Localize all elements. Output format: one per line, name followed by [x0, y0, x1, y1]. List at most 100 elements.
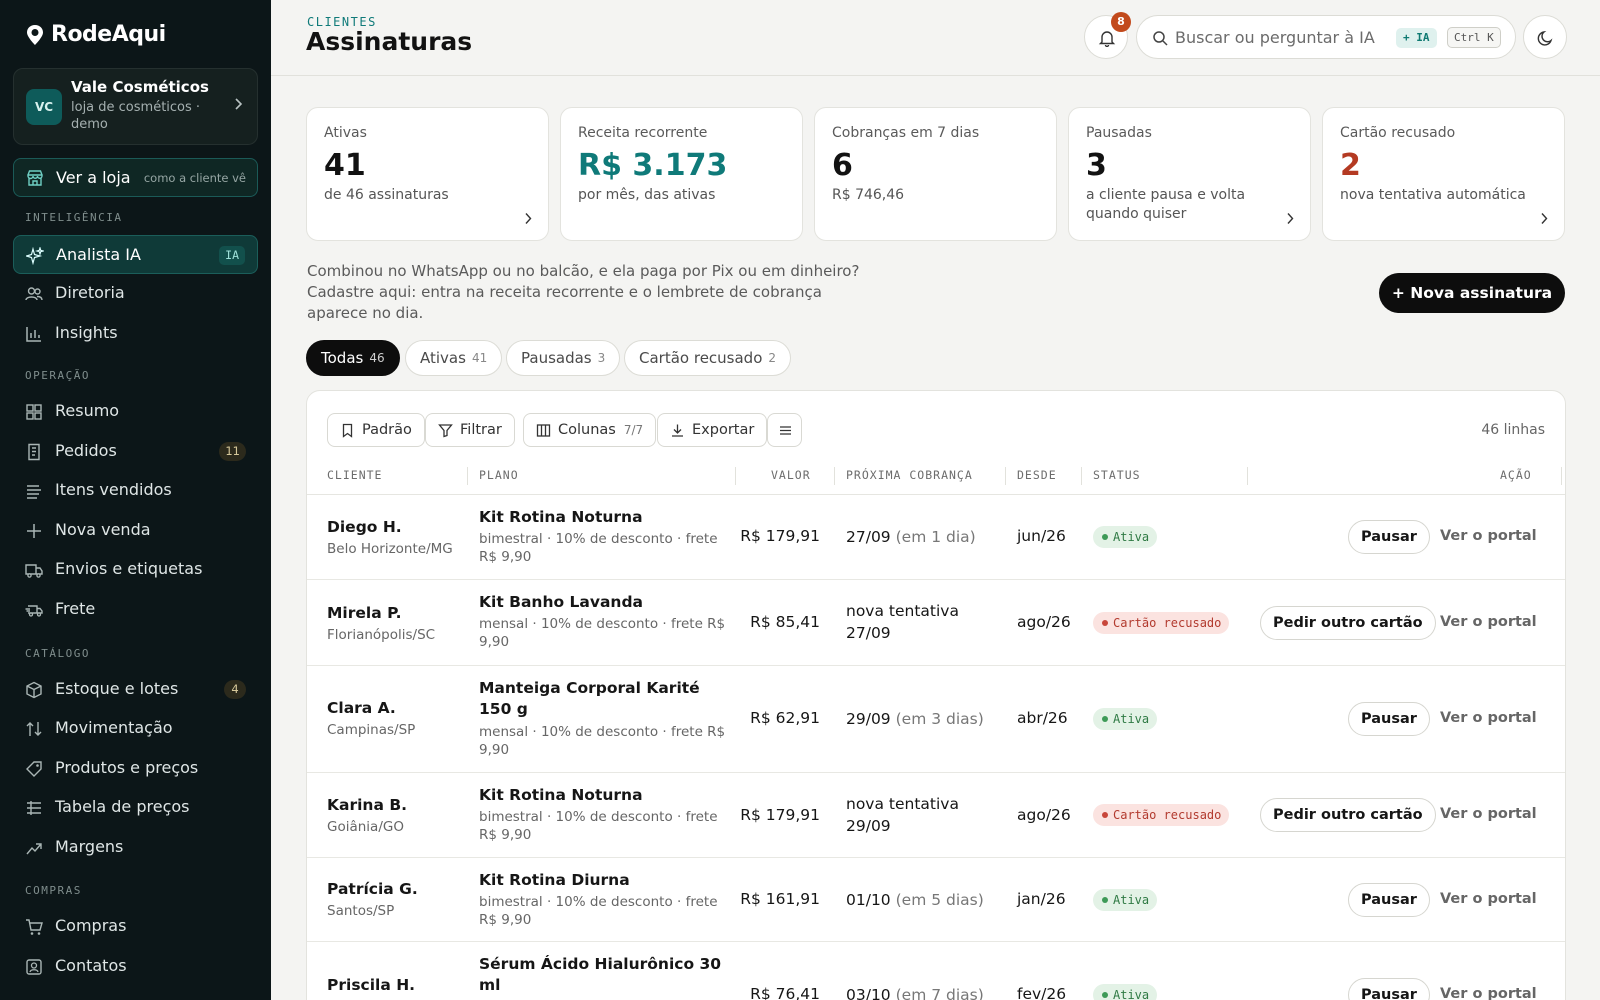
subscription-value: R$ 76,41 — [750, 985, 820, 1000]
pause-button[interactable]: Pausar — [1348, 978, 1430, 1000]
tab-count: 46 — [369, 351, 385, 365]
search-input[interactable] — [1175, 26, 1395, 48]
sidebar-item-movimentacao[interactable]: Movimentação — [13, 709, 258, 748]
view-portal-link[interactable]: Ver o portal — [1440, 710, 1537, 726]
sidebar-item-label: Envios e etiquetas — [55, 559, 203, 578]
stat-card-cartao-recusado[interactable]: Cartão recusado 2 nova tentativa automát… — [1322, 107, 1565, 241]
stat-card-pausadas[interactable]: Pausadas 3 a cliente pausa e volta quand… — [1068, 107, 1311, 241]
status-badge: Ativa — [1093, 889, 1158, 911]
column-header-proxima-cobranca[interactable]: PRÓXIMA COBRANÇA — [846, 468, 973, 482]
search-bar[interactable]: + IA Ctrl K — [1136, 15, 1516, 59]
view-portal-link[interactable]: Ver o portal — [1440, 891, 1537, 907]
chevron-right-icon — [525, 213, 532, 224]
see-store-button[interactable]: Ver a loja como a cliente vê — [13, 158, 258, 197]
pause-button[interactable]: Pausar — [1348, 702, 1430, 736]
sidebar-item-margens[interactable]: Margens — [13, 828, 258, 867]
tab-todas[interactable]: Todas 46 — [306, 340, 400, 376]
trend-up-icon — [26, 843, 42, 855]
pause-button[interactable]: Pausar — [1348, 520, 1430, 554]
columns-button[interactable]: Colunas 7/7 — [523, 413, 657, 447]
filter-button[interactable]: Filtrar — [425, 413, 515, 447]
sidebar-item-produtos[interactable]: Produtos e preços — [13, 749, 258, 788]
view-portal-link[interactable]: Ver o portal — [1440, 614, 1537, 630]
column-divider[interactable] — [1005, 467, 1006, 485]
sidebar-item-label: Insights — [55, 323, 118, 342]
request-new-card-button[interactable]: Pedir outro cartão — [1260, 798, 1436, 832]
column-divider[interactable] — [1081, 467, 1082, 485]
theme-toggle-button[interactable] — [1523, 15, 1567, 59]
sidebar-item-contatos[interactable]: Contatos — [13, 947, 258, 986]
column-divider[interactable] — [834, 467, 835, 485]
customer-name: Patrícia G. — [327, 880, 418, 898]
sidebar-item-nova-venda[interactable]: Nova venda — [13, 511, 258, 550]
view-portal-link[interactable]: Ver o portal — [1440, 986, 1537, 1000]
section-label-operacao: OPERAÇÃO — [25, 369, 90, 382]
sidebar-item-estoque[interactable]: Estoque e lotes 4 — [13, 670, 258, 709]
density-button[interactable] — [767, 413, 802, 447]
sidebar: RodeAqui VC Vale Cosméticos loja de cosm… — [0, 0, 271, 1000]
preset-button[interactable]: Padrão — [327, 413, 425, 447]
status-badge: Ativa — [1093, 708, 1158, 730]
view-portal-link[interactable]: Ver o portal — [1440, 806, 1537, 822]
column-divider[interactable] — [735, 467, 736, 485]
table-row[interactable]: Clara A. Campinas/SP Manteiga Corporal K… — [307, 666, 1565, 773]
customer-city: Florianópolis/SC — [327, 627, 436, 643]
sidebar-item-analista-ia[interactable]: Analista IA IA — [13, 235, 258, 274]
sidebar-item-pedidos[interactable]: Pedidos 11 — [13, 432, 258, 471]
tab-ativas[interactable]: Ativas 41 — [405, 340, 503, 376]
sidebar-item-compras[interactable]: Compras — [13, 907, 258, 946]
column-divider[interactable] — [1247, 467, 1248, 485]
next-charge: nova tentativa 27/09 — [846, 600, 976, 644]
sidebar-item-envios[interactable]: Envios e etiquetas — [13, 550, 258, 589]
column-header-cliente[interactable]: CLIENTE — [327, 468, 382, 482]
plan-name: Kit Rotina Noturna — [479, 786, 643, 804]
customer-name: Priscila H. — [327, 976, 416, 994]
stat-card-receita: Receita recorrente R$ 3.173 por mês, das… — [560, 107, 803, 241]
search-icon — [1153, 31, 1168, 46]
sidebar-item-label: Estoque e lotes — [55, 679, 179, 698]
tab-cartao-recusado[interactable]: Cartão recusado 2 — [624, 340, 792, 376]
sidebar-item-tabela-precos[interactable]: Tabela de preços — [13, 788, 258, 827]
stat-label: Ativas — [324, 125, 367, 141]
sidebar-item-insights[interactable]: Insights — [13, 314, 258, 353]
table-row[interactable]: Patrícia G. Santos/SP Kit Rotina Diurna … — [307, 858, 1565, 942]
table-row[interactable]: Mirela P. Florianópolis/SC Kit Banho Lav… — [307, 580, 1565, 666]
arrows-updown-icon — [26, 722, 42, 736]
sidebar-item-diretoria[interactable]: Diretoria — [13, 274, 258, 313]
next-charge-relative: (em 7 dias) — [895, 986, 984, 1000]
tab-pausadas[interactable]: Pausadas 3 — [506, 340, 621, 376]
sidebar-item-frete[interactable]: Frete — [13, 590, 258, 629]
stat-subtitle: R$ 746,46 — [832, 187, 905, 203]
stat-card-ativas[interactable]: Ativas 41 de 46 assinaturas — [306, 107, 549, 241]
column-divider[interactable] — [1561, 467, 1562, 485]
since-date: jan/26 — [1017, 890, 1066, 908]
column-header-plano[interactable]: PLANO — [479, 468, 519, 482]
customer-city: Campinas/SP — [327, 722, 416, 738]
plan-name: Kit Rotina Diurna — [479, 871, 630, 889]
customer-city: Santos/SP — [327, 903, 395, 919]
next-charge-date: 27/09 — [846, 528, 891, 546]
sidebar-item-label: Analista IA — [56, 245, 141, 264]
column-header-acao[interactable]: AÇÃO — [1500, 468, 1532, 482]
sidebar-item-itens-vendidos[interactable]: Itens vendidos — [13, 471, 258, 510]
tab-label: Ativas — [420, 349, 466, 367]
sidebar-item-label: Compras — [55, 916, 127, 935]
customer-name: Diego H. — [327, 518, 402, 536]
app-logo[interactable]: RodeAqui — [25, 22, 166, 47]
column-header-desde[interactable]: DESDE — [1017, 468, 1057, 482]
next-charge-date: 03/10 — [846, 986, 891, 1000]
column-header-valor[interactable]: VALOR — [771, 468, 811, 482]
since-date: fev/26 — [1017, 985, 1067, 1000]
new-subscription-button[interactable]: + Nova assinatura — [1379, 273, 1565, 313]
pause-button[interactable]: Pausar — [1348, 883, 1430, 917]
request-new-card-button[interactable]: Pedir outro cartão — [1260, 606, 1436, 640]
column-divider[interactable] — [467, 467, 468, 485]
table-row[interactable]: Priscila H. Sérum Ácido Hialurônico 30 m… — [307, 942, 1565, 1000]
export-button[interactable]: Exportar — [657, 413, 768, 447]
view-portal-link[interactable]: Ver o portal — [1440, 528, 1537, 544]
sidebar-item-resumo[interactable]: Resumo — [13, 392, 258, 431]
table-row[interactable]: Karina B. Goiânia/GO Kit Rotina Noturna … — [307, 773, 1565, 858]
table-row[interactable]: Diego H. Belo Horizonte/MG Kit Rotina No… — [307, 495, 1565, 580]
store-switcher[interactable]: VC Vale Cosméticos loja de cosméticos · … — [13, 68, 258, 145]
column-header-status[interactable]: STATUS — [1093, 468, 1141, 482]
